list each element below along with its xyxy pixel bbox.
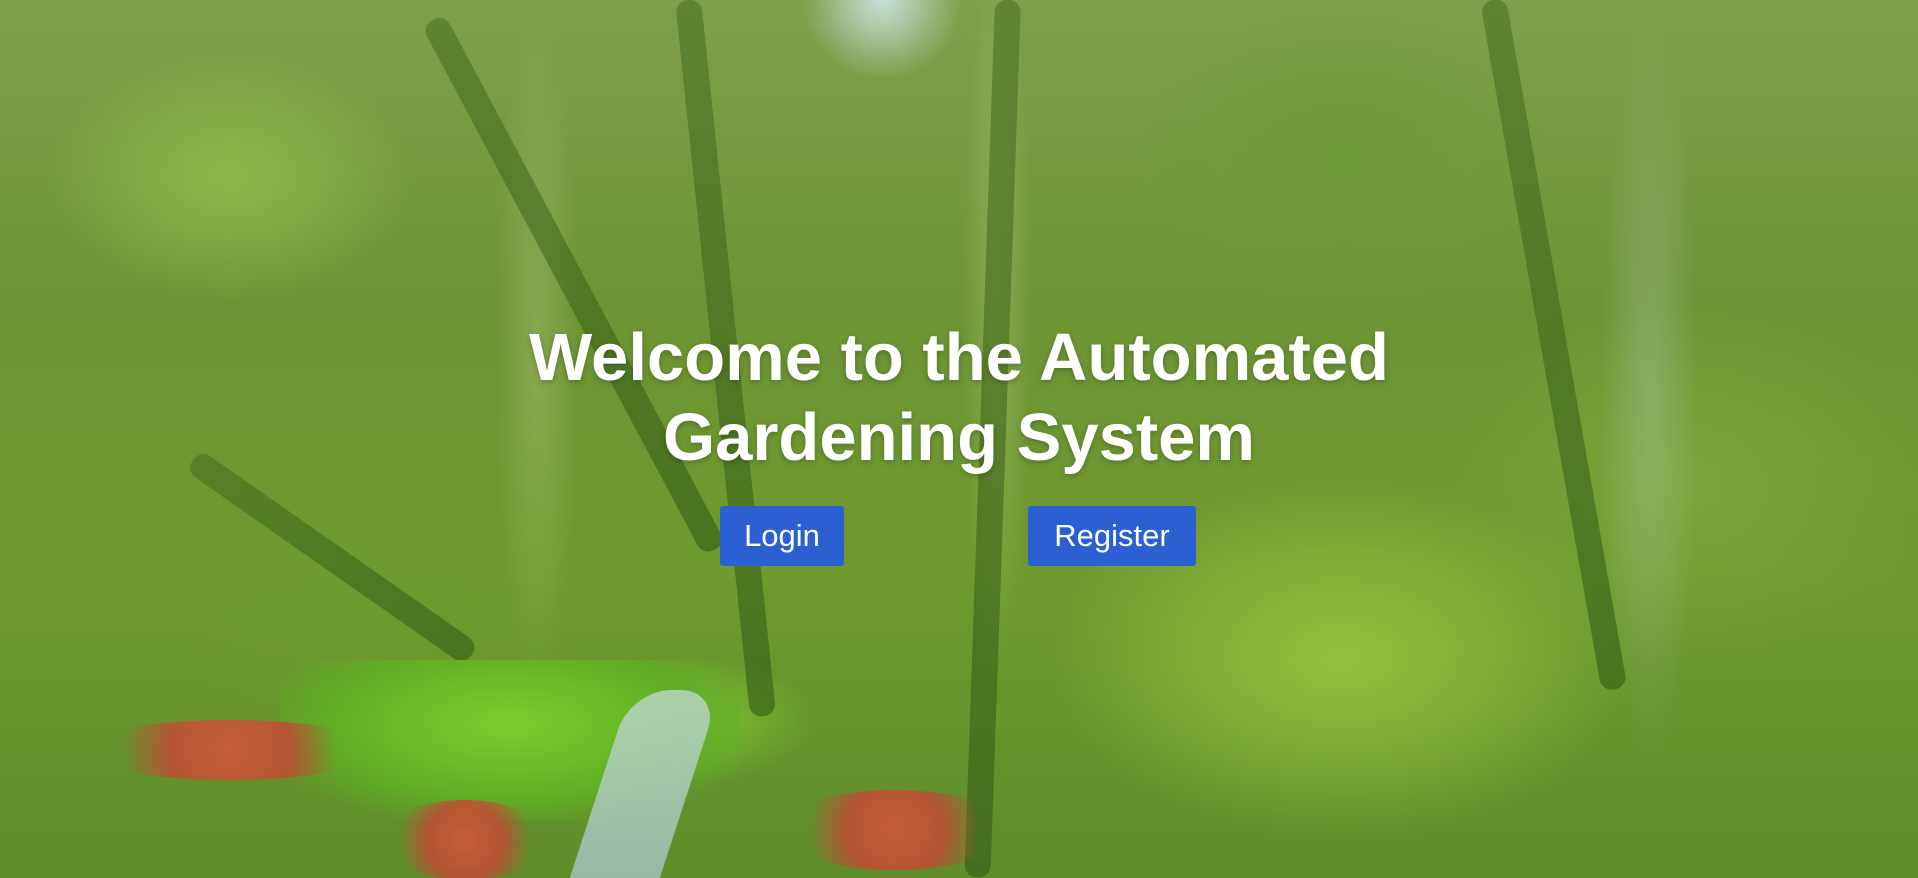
page-title: Welcome to the Automated Gardening Syste…	[529, 320, 1389, 475]
flower-bed	[380, 800, 550, 878]
auth-buttons: Login Register	[0, 506, 1918, 566]
hero-content: Welcome to the Automated Gardening Syste…	[0, 318, 1918, 478]
login-button[interactable]: Login	[720, 506, 844, 566]
flower-bed	[80, 720, 380, 780]
flower-bed	[780, 790, 1010, 870]
register-button[interactable]: Register	[1028, 506, 1196, 566]
